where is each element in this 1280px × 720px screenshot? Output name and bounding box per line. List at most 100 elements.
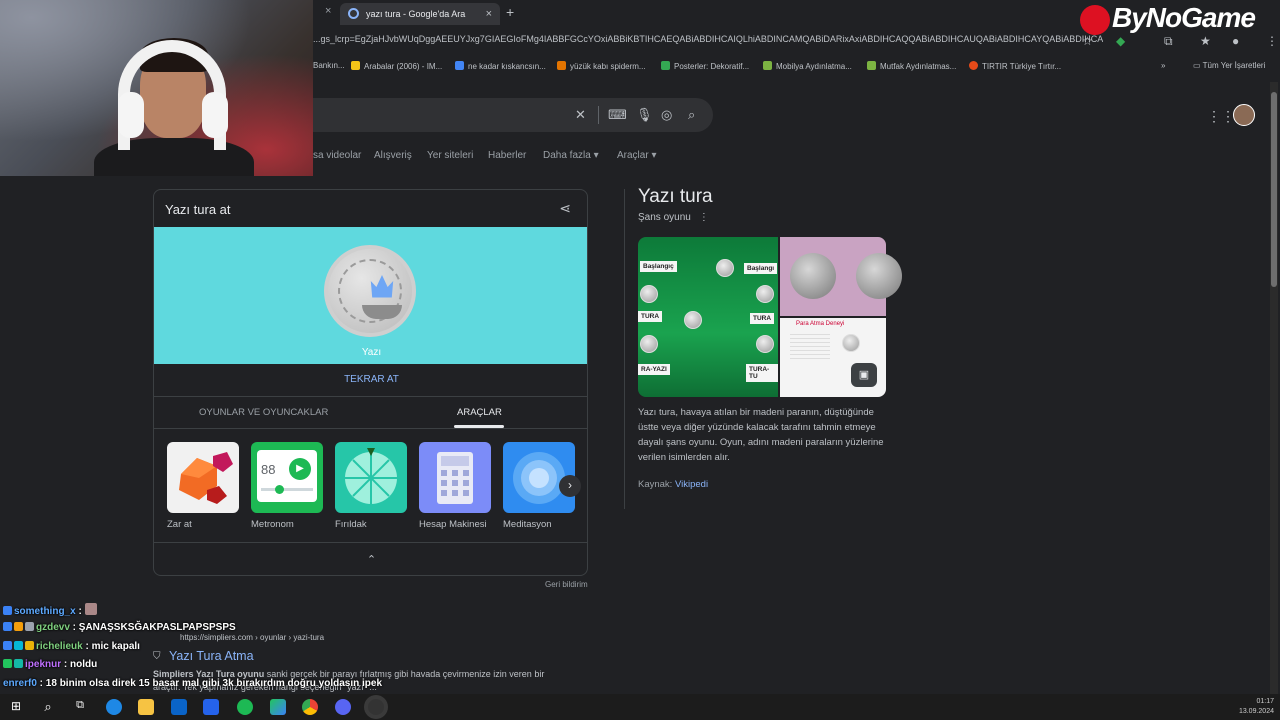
account-avatar[interactable] [1233, 104, 1255, 126]
more-icon[interactable]: ⋮ [699, 212, 709, 223]
close-tab-icon[interactable]: × [325, 5, 331, 17]
next-tools-button[interactable]: › [559, 475, 581, 497]
divider [598, 106, 599, 124]
coin-icon [640, 335, 658, 353]
task-view-icon[interactable]: ⧉ [72, 699, 88, 715]
scrollbar-thumb[interactable] [1271, 92, 1277, 287]
coin-icon [684, 311, 702, 329]
search-input[interactable]: ✕ ⌨ 🎙 ◎ ⌕ [313, 98, 713, 132]
discord-icon[interactable] [335, 699, 351, 715]
site-icon [763, 61, 772, 70]
result-title[interactable]: Yazı Tura Atma [169, 649, 254, 663]
source-link[interactable]: Vikipedi [675, 479, 708, 490]
badge-icon [3, 641, 12, 650]
windows-start-icon[interactable]: ⊞ [8, 699, 24, 715]
site-icon [867, 61, 876, 70]
shield-icon: ⛉ [153, 651, 161, 662]
bookmark-item[interactable]: Mobilya Aydınlatma... [763, 61, 852, 71]
site-icon [557, 61, 566, 70]
table-graphic [790, 334, 830, 360]
lens-icon[interactable]: ◎ [661, 107, 672, 123]
imdb-icon [351, 61, 360, 70]
tab-more[interactable]: Daha fazla ▾ [543, 150, 599, 161]
search-icon[interactable]: ⌕ [40, 699, 56, 715]
dice-tile[interactable] [167, 442, 239, 513]
clear-icon[interactable]: ✕ [575, 107, 586, 123]
divider [154, 542, 587, 543]
coin[interactable] [324, 245, 416, 337]
bookmarks-overflow[interactable]: » [1161, 61, 1165, 70]
tab-news[interactable]: Haberler [488, 150, 526, 161]
chat-message: enrerf0 : 18 binim olsa direk 15 basar m… [3, 678, 383, 689]
headphone-cup [118, 92, 144, 138]
tab-places[interactable]: Yer siteleri [427, 150, 473, 161]
coin-icon [842, 334, 860, 352]
spinner-tile[interactable] [335, 442, 407, 513]
badge-icon [14, 659, 23, 668]
bookmark-item[interactable]: TIRTIR Türkiye Tırtır... [969, 61, 1061, 71]
obs-icon[interactable] [368, 699, 384, 715]
kp-image-coins[interactable] [780, 237, 902, 316]
kp-subtitle: Şans oyunu ⋮ [638, 212, 709, 223]
menu-icon[interactable]: ⋮ [1266, 34, 1278, 48]
coin-result: Yazı [361, 347, 382, 358]
tab-tools[interactable]: ARAÇLAR [457, 407, 502, 418]
bookmark-item[interactable]: Mutfak Aydınlatmas... [867, 61, 956, 71]
kp-title: Yazı tura [638, 186, 713, 207]
active-tab[interactable]: yazı tura - Google'da Ara × [340, 3, 500, 25]
microphone-icon[interactable]: 🎙 [636, 107, 653, 123]
bookmark-item[interactable]: Arabalar (2006) - IM... [351, 61, 442, 71]
bookmark-item[interactable]: Posterler: Dekoratif... [661, 61, 749, 71]
tab-tools[interactable]: Araçlar ▾ [617, 150, 656, 161]
tab-games-and-toys[interactable]: OYUNLAR VE OYUNCAKLAR [199, 407, 328, 418]
store-icon[interactable] [203, 699, 219, 715]
tab-shopping[interactable]: Alışveriş [374, 150, 412, 161]
search-icon[interactable]: ⌕ [688, 107, 695, 123]
metronome-tile[interactable]: 88 ▶ [251, 442, 323, 513]
coin-area[interactable]: Yazı [154, 227, 587, 364]
coin-icon [756, 335, 774, 353]
app-icon[interactable] [270, 699, 286, 715]
bookmarks-bar: Bankın... Arabalar (2006) - IM... ne kad… [313, 58, 1280, 76]
tab-videos[interactable]: sa videolar [313, 150, 361, 161]
chrome-icon[interactable] [302, 699, 318, 715]
outlook-icon[interactable] [171, 699, 187, 715]
kp-description: Yazı tura, havaya atılan bir madeni para… [638, 407, 884, 463]
clock[interactable]: 01:17 13.09.2024 [1239, 697, 1274, 717]
feedback-link[interactable]: Geri bildirim [545, 580, 588, 589]
keyboard-icon[interactable]: ⌨ [608, 107, 627, 123]
tool-label: Metronom [251, 519, 294, 530]
badge-icon [3, 622, 12, 631]
scrollbar[interactable] [1270, 82, 1278, 694]
diagram-label: TURA-TU [746, 364, 778, 382]
emote-icon [84, 603, 97, 615]
retry-button[interactable]: TEKRAR AT [154, 374, 587, 385]
bookmark-item[interactable]: Bankın... [313, 61, 345, 70]
address-bar[interactable]: ...gs_lcrp=EgZjaHJvbWUqDggAEEUYJxg7GIAEG… [313, 34, 1103, 52]
calculator-icon [437, 452, 473, 504]
file-explorer-icon[interactable] [138, 699, 154, 715]
close-tab-icon[interactable]: × [486, 3, 492, 25]
coin-icon [790, 253, 836, 299]
bookmarks-folder[interactable]: ▭ Tüm Yer İşaretleri [1193, 61, 1265, 70]
flame-icon [370, 275, 394, 298]
spotify-icon[interactable] [237, 699, 253, 715]
diagram-label: TURA [750, 313, 775, 324]
tab-title: yazı tura - Google'da Ara [366, 9, 466, 19]
kp-image-diagram[interactable]: Başlangıç Başlangı TURA TURA RA-YAZI TUR… [638, 237, 778, 397]
site-icon [969, 61, 978, 70]
share-icon[interactable]: ⋖ [559, 200, 571, 217]
bookmark-item[interactable]: ne kadar kıskancsın... [455, 61, 546, 71]
google-icon [455, 61, 464, 70]
badge-icon [3, 659, 12, 668]
diagram-label: Başlangıç [640, 261, 677, 272]
image-caption: Para Atma Deneyi [796, 321, 845, 327]
collapse-icon[interactable]: ⌃ [154, 553, 587, 566]
edge-icon[interactable] [106, 699, 122, 715]
new-tab-button[interactable]: + [506, 4, 514, 20]
calculator-tile[interactable] [419, 442, 491, 513]
image-gallery-icon[interactable]: ▣ [851, 363, 877, 387]
card-title: Yazı tura at [165, 202, 231, 217]
bookmark-item[interactable]: yüzük kabı spiderm... [557, 61, 646, 71]
result-url[interactable]: https://simpliers.com › oyunlar › yazi-t… [180, 633, 324, 642]
